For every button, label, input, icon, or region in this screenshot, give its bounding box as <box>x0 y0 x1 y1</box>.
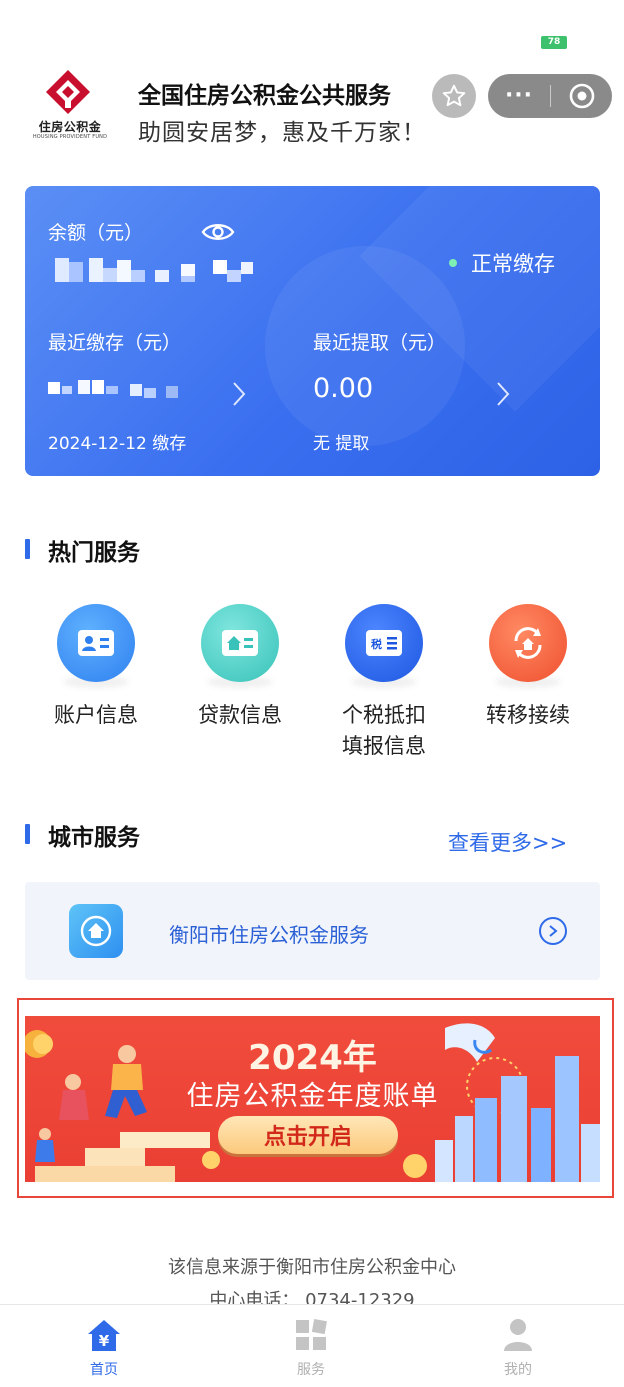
status-dot <box>449 259 457 267</box>
logo-mark-icon <box>46 70 90 114</box>
account-card: 余额（元） 正常缴存 最近缴存（元） 最近提取（元） 0.00 2024-12-… <box>25 186 600 476</box>
account-card-icon <box>57 604 135 682</box>
refresh-house-glyph-icon <box>514 627 542 659</box>
chevron-right-icon[interactable] <box>495 380 511 408</box>
service-account-info[interactable]: 账户信息 <box>36 604 156 731</box>
deposit-status-text: 正常缴存 <box>471 252 555 276</box>
info-source-text: 该信息来源于衡阳市住房公积金中心 <box>168 1257 456 1278</box>
tax-card-glyph-icon: 税 <box>366 630 402 656</box>
banner-title: 住房公积金年度账单 <box>186 1081 439 1112</box>
balance-amount-masked <box>55 258 253 282</box>
tab-label: 首页 <box>90 1362 118 1378</box>
withdraw-date: 无 提取 <box>313 434 370 454</box>
service-tax-deduction[interactable]: 税 个税抵扣填报信息 <box>324 604 444 762</box>
deposit-date: 2024-12-12 缴存 <box>48 434 187 454</box>
home-shield-glyph-icon <box>80 915 112 947</box>
close-program-button[interactable] <box>551 82 612 110</box>
view-more-link[interactable]: 查看更多>> <box>448 827 567 857</box>
tab-services[interactable]: 服务 <box>251 1315 371 1379</box>
app-slogan: 助圆安居梦，惠及千万家！ <box>138 120 426 146</box>
housing-fund-logo: 住房公积金 HOUSING PROVIDENT FUND <box>22 68 118 148</box>
chevron-right-icon[interactable] <box>231 380 247 408</box>
deposit-status: 正常缴存 <box>449 248 555 278</box>
service-loan-info[interactable]: 贷款信息 <box>180 604 300 731</box>
transfer-icon <box>489 604 567 682</box>
tab-home[interactable]: ¥ 首页 <box>44 1315 164 1379</box>
recent-withdraw-amount[interactable]: 0.00 <box>313 373 373 404</box>
service-transfer[interactable]: 转移接续 <box>468 604 588 731</box>
id-card-glyph-icon <box>78 630 114 656</box>
logo-text-cn: 住房公积金 <box>38 120 102 134</box>
logo-text-en: HOUSING PROVIDENT FUND <box>32 134 108 140</box>
city-services-title: 城市服务 <box>48 825 140 851</box>
city-service-item[interactable]: 衡阳市住房公积金服务 <box>25 882 600 980</box>
grid-service-icon <box>296 1319 327 1350</box>
loan-card-icon <box>201 604 279 682</box>
service-label: 贷款信息 <box>198 703 282 727</box>
chevron-circle-right-icon[interactable] <box>539 917 567 945</box>
tab-mine[interactable]: 我的 <box>458 1315 578 1379</box>
section-marker <box>25 824 30 844</box>
recent-deposit-label: 最近缴存（元） <box>48 332 182 354</box>
star-icon <box>442 84 466 107</box>
target-icon <box>569 83 594 109</box>
svg-text:¥: ¥ <box>99 1332 110 1350</box>
annual-bill-banner[interactable]: 2024年 住房公积金年度账单 点击开启 <box>25 1016 600 1182</box>
service-label-line2: 填报信息 <box>342 734 426 758</box>
service-label-line1: 个税抵扣 <box>342 703 426 727</box>
favorite-button[interactable] <box>432 74 476 118</box>
eye-icon[interactable] <box>201 220 235 244</box>
tax-card-icon: 税 <box>345 604 423 682</box>
recent-deposit-masked[interactable] <box>48 376 188 400</box>
city-service-name: 衡阳市住房公积金服务 <box>169 923 369 947</box>
tab-label: 服务 <box>297 1362 325 1378</box>
hot-services-title: 热门服务 <box>48 540 140 566</box>
bottom-tab-bar: ¥ 首页 服务 我的 <box>0 1304 624 1387</box>
tab-label: 我的 <box>504 1362 532 1378</box>
more-dots-icon[interactable]: ··· <box>488 76 550 116</box>
service-label: 转移接续 <box>486 703 570 727</box>
user-icon <box>504 1319 532 1351</box>
house-card-glyph-icon <box>222 630 258 656</box>
home-yuan-icon: ¥ <box>88 1320 120 1351</box>
balance-label: 余额（元） <box>48 222 144 244</box>
city-home-icon <box>69 904 123 958</box>
svg-text:税: 税 <box>371 637 382 651</box>
service-label: 个税抵扣 填报信息 <box>324 700 444 762</box>
miniprogram-capsule: ··· <box>488 74 612 118</box>
battery-indicator: 78 <box>541 36 567 49</box>
section-marker <box>25 539 30 559</box>
banner-year: 2024年 <box>248 1038 377 1078</box>
service-label: 账户信息 <box>54 703 138 727</box>
recent-withdraw-label: 最近提取（元） <box>313 332 447 354</box>
open-bill-button[interactable]: 点击开启 <box>218 1116 398 1154</box>
app-title: 全国住房公积金公共服务 <box>138 83 391 109</box>
